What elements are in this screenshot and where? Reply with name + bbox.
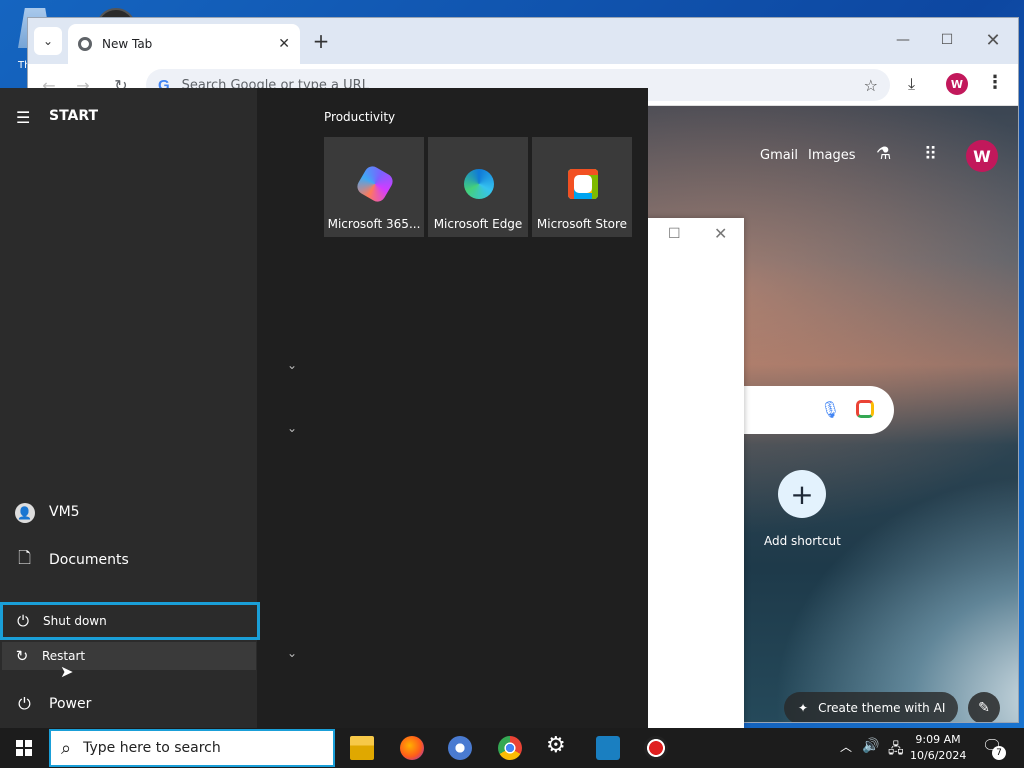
edge-icon (464, 169, 494, 199)
ntp-profile-avatar[interactable]: W (966, 140, 998, 172)
chromium-icon[interactable] (448, 736, 472, 760)
windows-logo-icon (16, 740, 32, 756)
download-icon[interactable]: ⤓ (908, 74, 915, 94)
tile-label: Microsoft Store (536, 217, 628, 231)
sparkle-icon: ✦ (798, 701, 809, 715)
restart-icon: ↻ (15, 647, 29, 665)
power-icon: ⏻ (18, 694, 31, 713)
taskbar-search-box[interactable]: ⌕ Type here to search (49, 729, 335, 767)
sidebar-item-documents[interactable]: 🗋 Documents (0, 540, 257, 580)
background-wave (728, 436, 1018, 722)
start-menu: ☰ START 👤 VM5 🗋 Documents ⏻ Shut down ↻ … (0, 88, 648, 728)
maximize-button[interactable]: ☐ (932, 28, 962, 52)
shut-down-label: Shut down (43, 614, 107, 628)
restart-menu-item[interactable]: ↻ Restart (2, 642, 256, 670)
clock-time: 9:09 AM (915, 733, 961, 746)
customize-pencil-icon[interactable]: ✎ (968, 692, 1000, 722)
store-icon (568, 169, 598, 199)
search-icon: ⌕ (61, 737, 72, 759)
gmail-link[interactable]: Gmail (760, 148, 798, 163)
microsoft-365-icon (354, 163, 396, 205)
minimize-button[interactable]: — (888, 28, 918, 52)
tab-title: New Tab (102, 37, 153, 51)
hamburger-menu-icon[interactable]: ☰ (16, 108, 30, 127)
start-button[interactable] (0, 728, 48, 768)
chevron-down-icon[interactable]: ⌄ (287, 421, 297, 435)
user-icon: 👤 (0, 502, 49, 523)
tile-label: Microsoft 365... (327, 217, 421, 231)
create-theme-button[interactable]: ✦ Create theme with AI (784, 692, 958, 722)
chevron-down-icon[interactable]: ⌄ (287, 358, 297, 372)
images-link[interactable]: Images (808, 148, 856, 163)
network-icon[interactable]: 🖧 (888, 738, 904, 762)
taskbar: ⌕ Type here to search ⚙ ︿ 🔊 🖧 9:09 AM 10… (0, 728, 1024, 768)
notification-badge: 7 (992, 746, 1006, 760)
tab-new-tab[interactable]: New Tab ✕ (68, 24, 300, 64)
firefox-icon[interactable] (400, 736, 424, 760)
tile-microsoft-365[interactable]: Microsoft 365... (324, 137, 424, 237)
restart-label: Restart (42, 649, 86, 663)
start-title: START (49, 108, 99, 124)
tile-microsoft-store[interactable]: Microsoft Store (532, 137, 632, 237)
sidebar-item-label: Power (49, 696, 92, 712)
tab-close-icon[interactable]: ✕ (278, 36, 290, 52)
record-icon[interactable] (644, 736, 668, 760)
tile-label: Microsoft Edge (433, 217, 523, 231)
tile-microsoft-edge[interactable]: Microsoft Edge (428, 137, 528, 237)
clock-date: 10/6/2024 (910, 749, 967, 762)
sidebar-item-label: Documents (49, 552, 129, 568)
bookmark-star-icon[interactable]: ☆ (864, 76, 878, 95)
apps-grid-icon[interactable]: ⠿ (924, 144, 937, 165)
settings-gear-icon[interactable]: ⚙ (546, 733, 570, 758)
shut-down-menu-item[interactable]: ⏻ Shut down (0, 602, 260, 640)
search-placeholder[interactable]: Type here to search (83, 740, 221, 756)
file-explorer-icon[interactable] (350, 736, 374, 760)
tile-group-title: Productivity (324, 110, 396, 124)
google-lens-icon[interactable] (856, 400, 874, 418)
sidebar-item-power[interactable]: ⏻ Power (0, 684, 257, 724)
sidebar-item-user[interactable]: 👤 VM5 (0, 492, 257, 532)
tab-search-button[interactable]: ⌄ (34, 27, 62, 55)
labs-flask-icon[interactable]: ⚗ (876, 144, 891, 164)
document-icon: 🗋 (18, 547, 31, 567)
clock[interactable]: 9:09 AM 10/6/2024 (910, 732, 966, 764)
create-theme-label: Create theme with AI (818, 701, 946, 715)
chrome-icon[interactable] (498, 736, 522, 760)
tab-strip: ⌄ New Tab ✕ + — ☐ ✕ (28, 18, 1018, 64)
new-tab-button[interactable]: + (308, 28, 334, 54)
add-shortcut-button[interactable]: + (778, 470, 826, 518)
chrome-menu-icon[interactable]: ⋮ (986, 72, 1004, 93)
chrome-favicon-icon (78, 37, 92, 51)
close-window-button[interactable]: ✕ (978, 28, 1008, 52)
dialog-close-icon[interactable]: ✕ (714, 224, 727, 243)
chevron-down-icon[interactable]: ⌄ (287, 646, 297, 660)
profile-avatar[interactable]: W (946, 73, 968, 95)
tray-chevron-up-icon[interactable]: ︿ (840, 738, 852, 755)
mouse-cursor-icon: ➤ (60, 662, 74, 681)
power-icon: ⏻ (17, 612, 29, 630)
background-window: ☐ ✕ (644, 218, 744, 728)
dialog-maximize-icon[interactable]: ☐ (668, 226, 681, 242)
microphone-icon[interactable]: 🎙 (820, 400, 840, 419)
volume-icon[interactable]: 🔊 (862, 738, 879, 754)
add-shortcut-label: Add shortcut (764, 534, 841, 548)
sidebar-item-label: VM5 (49, 504, 80, 520)
remote-desktop-icon[interactable] (596, 736, 620, 760)
start-sidebar: ☰ START 👤 VM5 🗋 Documents ⏻ Shut down ↻ … (0, 88, 260, 728)
